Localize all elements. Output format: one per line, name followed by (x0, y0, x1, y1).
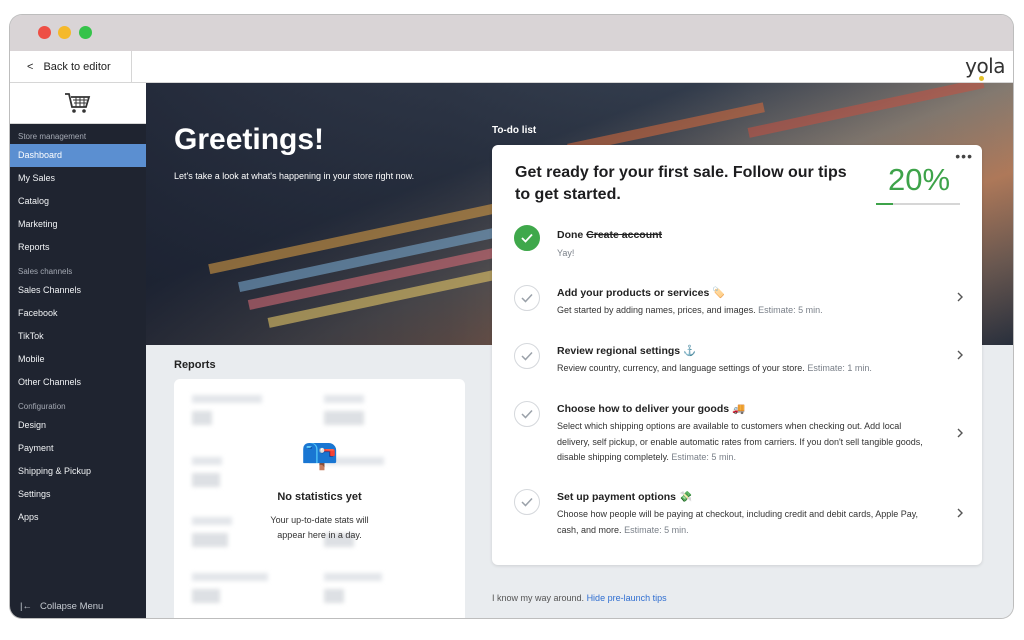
greeting-subtitle: Let's take a look at what's happening in… (174, 171, 415, 181)
title-bar (10, 15, 1013, 51)
browser-window: < Back to editor yola Store management D… (10, 15, 1013, 618)
shopping-cart-icon (65, 93, 91, 113)
task-desc: Select which shipping options are availa… (557, 421, 923, 462)
reports-card: 📪 No statistics yet Your up-to-date stat… (174, 379, 465, 618)
task-item-add-products[interactable]: Add your products or services 🏷️ Get sta… (492, 283, 982, 333)
todo-label: To-do list (492, 125, 537, 136)
progress-bar (876, 203, 960, 205)
footer-note: I know my way around. Hide pre-launch ti… (492, 593, 667, 603)
back-label: Back to editor (43, 60, 111, 73)
sidebar-item-apps[interactable]: Apps (10, 506, 146, 529)
task-title: Done Create account (557, 229, 663, 241)
empty-state-title: No statistics yet (277, 491, 362, 503)
chevron-right-icon[interactable] (954, 291, 966, 303)
task-item-create-account: Done Create account Yay! (492, 223, 982, 271)
todo-card: ••• Get ready for your first sale. Follo… (492, 145, 982, 565)
label-tag-icon: 🏷️ (712, 287, 726, 299)
collapse-arrow-icon: |← (20, 601, 32, 612)
nav-section-configuration: Configuration Design Payment Shipping & … (10, 400, 146, 529)
sidebar-item-shipping-pickup[interactable]: Shipping & Pickup (10, 460, 146, 483)
section-title: Store management (18, 132, 87, 141)
progress-bar-fill (876, 203, 893, 205)
collapse-menu-button[interactable]: |← Collapse Menu (20, 601, 103, 612)
sidebar-item-sales-channels[interactable]: Sales Channels (10, 279, 146, 302)
collapse-menu-label: Collapse Menu (39, 601, 104, 612)
sidebar-item-mobile[interactable]: Mobile (10, 348, 146, 371)
main-content: Greetings! Let's take a look at what's h… (146, 83, 1013, 618)
task-item-regional-settings[interactable]: Review regional settings ⚓ Review countr… (492, 341, 982, 391)
sidebar-item-catalog[interactable]: Catalog (10, 190, 146, 213)
sidebar-item-other-channels[interactable]: Other Channels (10, 371, 146, 394)
progress-percent: 20% (888, 162, 951, 197)
back-to-editor-button[interactable]: < Back to editor (10, 51, 132, 82)
section-title: Sales channels (18, 267, 73, 276)
task-title: Add your products or services 🏷️ (557, 287, 726, 299)
check-pending-icon (514, 401, 540, 427)
task-desc: Get started by adding names, prices, and… (557, 305, 823, 315)
sidebar-item-dashboard[interactable]: Dashboard (10, 144, 146, 167)
delivery-truck-icon: 🚚 (732, 403, 746, 415)
reports-title: Reports (174, 359, 216, 371)
sidebar-item-tiktok[interactable]: TikTok (10, 325, 146, 348)
anchor-icon: ⚓ (683, 345, 697, 357)
sidebar-item-marketing[interactable]: Marketing (10, 213, 146, 236)
chevron-left-icon: < (27, 60, 34, 73)
minimize-window-button[interactable] (58, 26, 71, 39)
hide-tips-link[interactable]: Hide pre-launch tips (587, 593, 667, 603)
check-pending-icon (514, 489, 540, 515)
task-item-delivery[interactable]: Choose how to deliver your goods 🚚 Selec… (492, 399, 982, 479)
chevron-right-icon[interactable] (954, 427, 966, 439)
more-options-icon[interactable]: ••• (955, 148, 973, 164)
sidebar: Store management Dashboard My Sales Cata… (10, 83, 146, 618)
task-item-payment-options[interactable]: Set up payment options 💸 Choose how peop… (492, 487, 982, 551)
top-bar: < Back to editor yola (10, 51, 1013, 83)
check-done-icon (514, 225, 540, 251)
sidebar-item-design[interactable]: Design (10, 414, 146, 437)
sidebar-item-payment[interactable]: Payment (10, 437, 146, 460)
sidebar-item-settings[interactable]: Settings (10, 483, 146, 506)
yola-logo: yola (965, 54, 1005, 81)
check-pending-icon (514, 285, 540, 311)
empty-state-text: Your up-to-date stats will appear here i… (270, 515, 369, 540)
nav-section-sales-channels: Sales channels Sales Channels Facebook T… (10, 265, 146, 394)
chevron-right-icon[interactable] (954, 349, 966, 361)
task-title: Choose how to deliver your goods 🚚 (557, 403, 746, 415)
chevron-right-icon[interactable] (954, 507, 966, 519)
check-pending-icon (514, 343, 540, 369)
close-window-button[interactable] (38, 26, 51, 39)
task-title: Review regional settings ⚓ (557, 345, 697, 357)
nav-section-store-management: Store management Dashboard My Sales Cata… (10, 130, 146, 259)
todo-heading: Get ready for your first sale. Follow ou… (515, 164, 847, 203)
sidebar-item-reports[interactable]: Reports (10, 236, 146, 259)
task-title: Set up payment options 💸 (557, 491, 693, 503)
greeting-title: Greetings! (174, 123, 325, 156)
sidebar-item-my-sales[interactable]: My Sales (10, 167, 146, 190)
task-desc: Choose how people will be paying at chec… (557, 509, 919, 535)
task-desc: Review country, currency, and language s… (557, 363, 872, 373)
store-logo-area (10, 83, 146, 124)
task-desc: Yay! (557, 248, 575, 258)
section-title: Configuration (18, 402, 66, 411)
money-icon: 💸 (678, 491, 693, 503)
mailbox-icon: 📪 (301, 438, 339, 471)
sidebar-item-facebook[interactable]: Facebook (10, 302, 146, 325)
maximize-window-button[interactable] (79, 26, 92, 39)
